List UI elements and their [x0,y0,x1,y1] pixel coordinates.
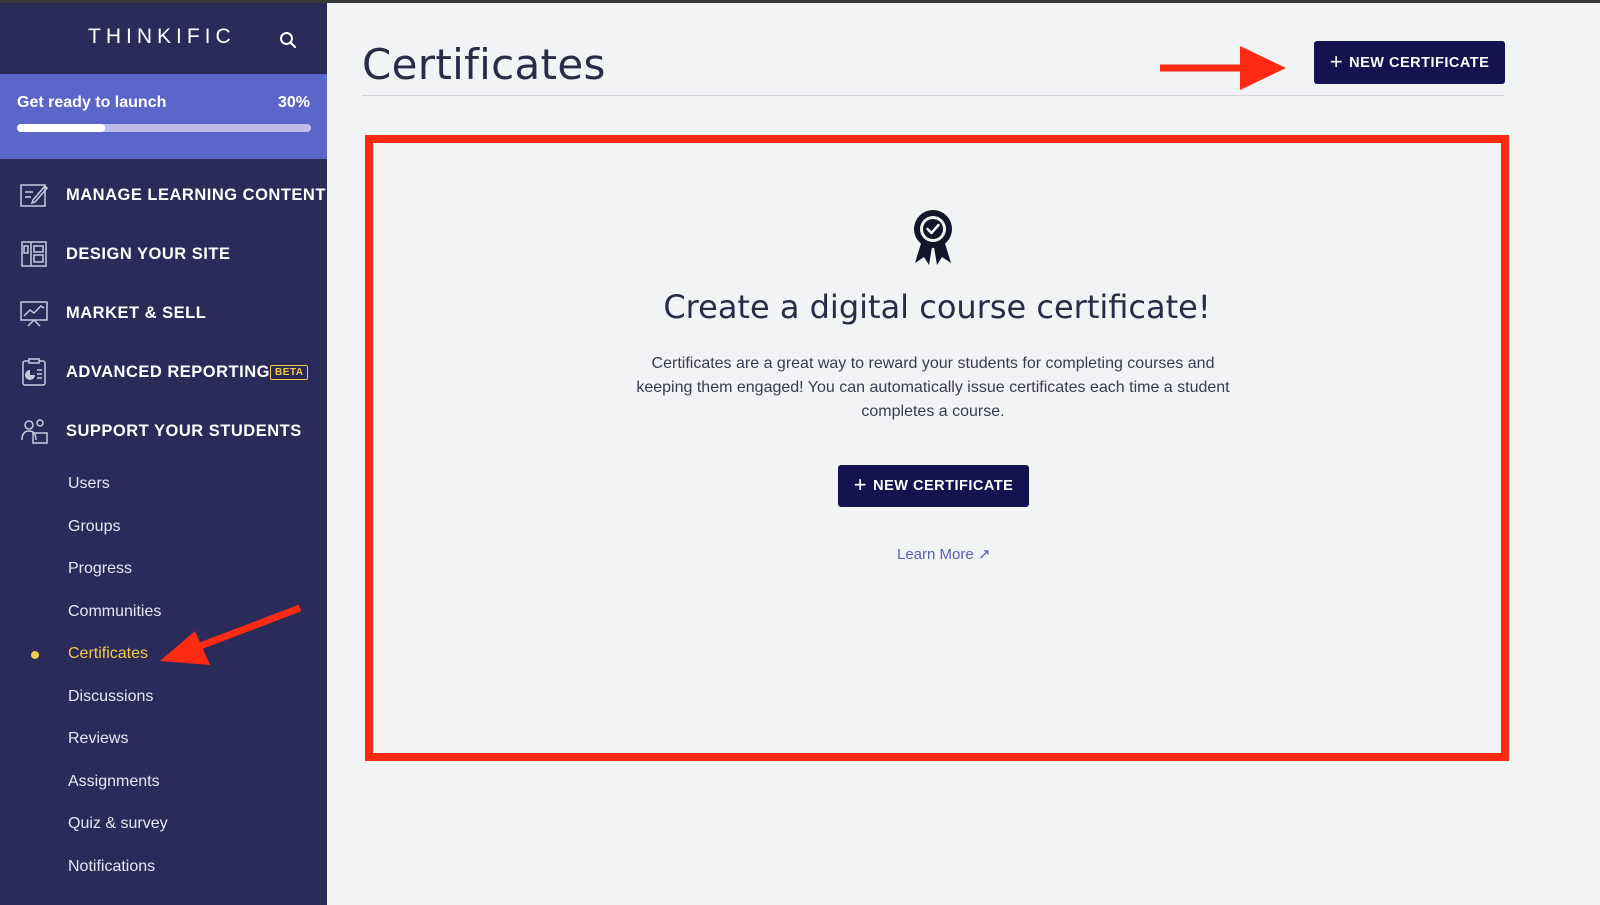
plus-icon: + [853,472,868,497]
brand-row: THINKIFIC [0,3,327,73]
button-label: NEW CERTIFICATE [873,478,1014,494]
plus-icon: + [1329,48,1344,74]
page-title: Certificates [362,40,606,89]
subnav-label: Reviews [68,730,129,747]
nav-label: DESIGN YOUR SITE [66,245,231,263]
beta-badge: BETA [270,365,309,380]
new-certificate-button-empty-state[interactable]: + NEW CERTIFICATE [838,465,1029,507]
nav-item-advanced-reporting[interactable]: ADVANCED REPORTING BETA [0,348,327,407]
subnav-label: Quiz & survey [68,815,168,832]
launch-progress-fill [17,124,106,132]
subnav-label: Users [68,475,110,492]
subnav-item-quiz-survey[interactable]: Quiz & survey [0,803,327,846]
nav-label: ADVANCED REPORTING [66,363,270,381]
brand-logo[interactable]: THINKIFIC [88,25,236,49]
nav-label: MANAGE LEARNING CONTENT [66,186,326,204]
launch-label: Get ready to launch [17,94,167,111]
nav-item-manage-learning-content[interactable]: MANAGE LEARNING CONTENT [0,171,327,230]
nav-item-support-your-students[interactable]: SUPPORT YOUR STUDENTS [0,407,327,466]
title-divider [362,95,1504,96]
subnav-item-reviews[interactable]: Reviews [0,718,327,761]
subnav-item-notifications[interactable]: Notifications [0,846,327,889]
sidebar: THINKIFIC Get ready to launch 30% MANAGE… [0,3,327,905]
new-certificate-button-header[interactable]: + NEW CERTIFICATE [1314,41,1505,84]
students-icon [21,419,48,444]
subnav-item-groups[interactable]: Groups [0,506,327,549]
annotation-arrow-sidebar [160,604,302,665]
nav-label: SUPPORT YOUR STUDENTS [66,422,302,440]
nav-item-market-and-sell[interactable]: MARKET & SELL [0,289,327,348]
main-nav: MANAGE LEARNING CONTENT DESIGN YOUR SITE… [0,171,327,466]
support-subnav: Users Groups Progress Communities Certif… [0,463,327,888]
clipboard-report-icon [22,358,46,386]
award-ribbon-icon [914,210,952,265]
subnav-label: Notifications [68,857,156,875]
subnav-label: Certificates [68,645,149,662]
launch-progress-panel[interactable]: Get ready to launch 30% [0,74,327,159]
empty-state-heading: Create a digital course certificate! [663,288,1211,326]
subnav-label: Progress [68,560,133,577]
subnav-label: Communities [68,602,162,620]
edit-content-icon [20,184,49,207]
launch-progress-bar [17,124,311,132]
subnav-label: Assignments [68,772,160,790]
subnav-item-assignments[interactable]: Assignments [0,761,327,804]
search-icon[interactable] [279,31,297,49]
chart-presentation-icon [20,301,48,327]
launch-percent: 30% [277,94,310,111]
learn-more-link[interactable]: Learn More ↗ [897,545,990,563]
subnav-item-progress[interactable]: Progress [0,548,327,591]
subnav-item-discussions[interactable]: Discussions [0,676,327,719]
subnav-label: Groups [68,517,121,535]
nav-label: MARKET & SELL [66,304,207,322]
subnav-label: Discussions [68,687,154,705]
annotation-arrow-top [1160,46,1286,90]
layout-icon [21,241,47,267]
active-indicator-dot [31,651,39,659]
button-label: NEW CERTIFICATE [1349,54,1490,71]
nav-item-design-your-site[interactable]: DESIGN YOUR SITE [0,230,327,289]
empty-state-description: Certificates are a great way to reward y… [636,355,1230,420]
subnav-item-users[interactable]: Users [0,463,327,506]
